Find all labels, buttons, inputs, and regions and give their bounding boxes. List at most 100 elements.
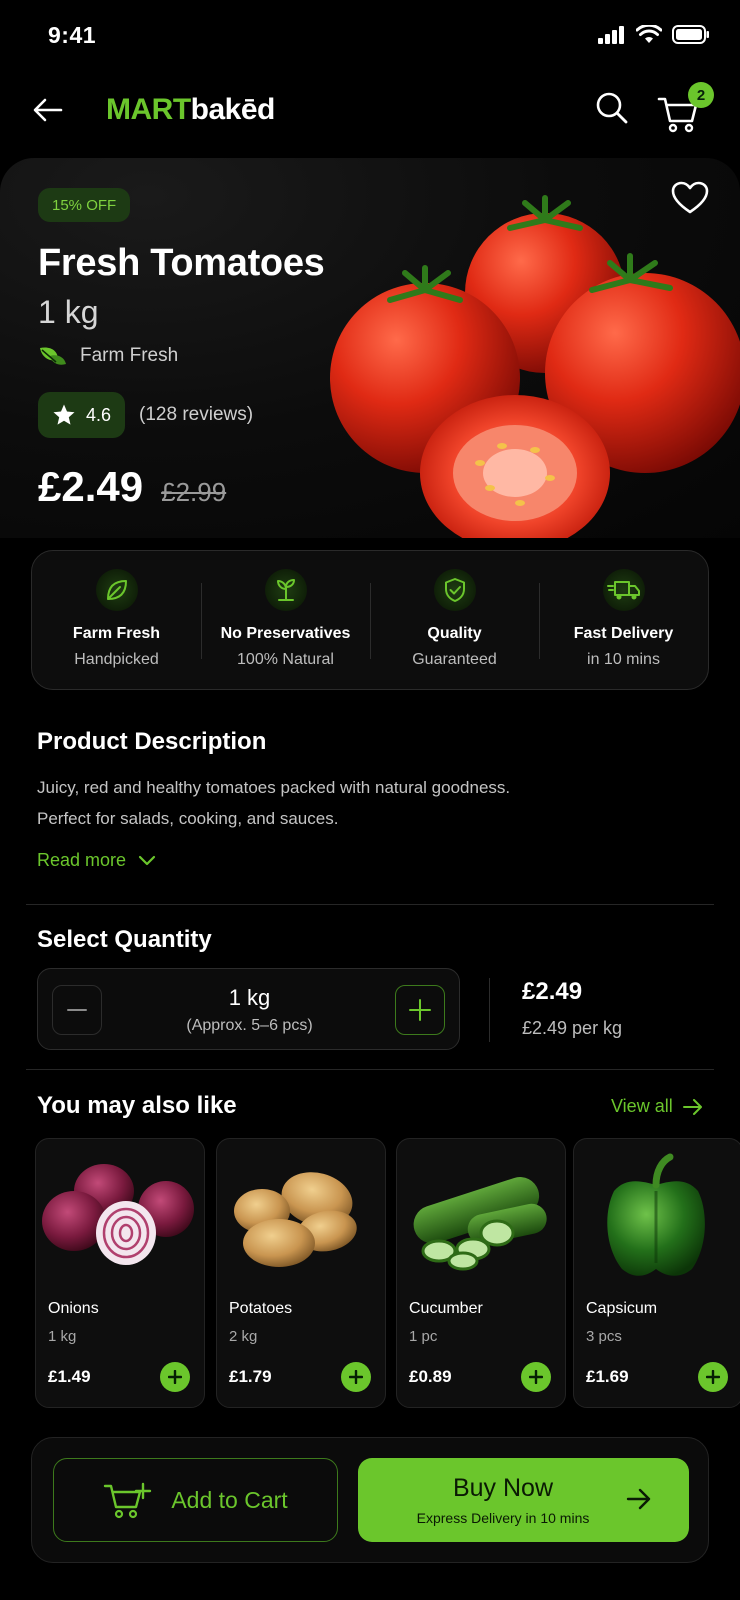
quantity-stepper: 1 kg (Approx. 5–6 pcs) bbox=[37, 968, 460, 1050]
recommendations-title: You may also like bbox=[37, 1092, 237, 1119]
tomato-image bbox=[330, 195, 740, 538]
rating-row: 4.6 (128 reviews) bbox=[38, 392, 253, 438]
product-card-capsicum[interactable]: Capsicum 3 pcs £1.69 bbox=[573, 1138, 740, 1408]
quantity-title: Select Quantity bbox=[37, 926, 212, 953]
product-card-price: £1.69 bbox=[586, 1367, 629, 1386]
read-more-label: Read more bbox=[37, 850, 127, 870]
arrow-right-icon bbox=[626, 1488, 651, 1510]
arrow-left-icon bbox=[33, 98, 63, 122]
farm-fresh-label: Farm Fresh bbox=[80, 345, 179, 366]
decrease-quantity-button[interactable] bbox=[52, 985, 102, 1035]
truck-icon bbox=[602, 569, 645, 611]
section-divider bbox=[26, 904, 714, 905]
description-title: Product Description bbox=[37, 728, 267, 755]
discount-badge: 15% OFF bbox=[38, 188, 131, 222]
feature-quality: Quality Guaranteed bbox=[370, 551, 539, 689]
shield-check-icon bbox=[433, 569, 476, 611]
product-card-potatoes[interactable]: Potatoes 2 kg £1.79 bbox=[216, 1138, 386, 1408]
plus-icon bbox=[409, 999, 431, 1021]
potato-image bbox=[234, 1172, 357, 1267]
unit-price: £2.49 per kg bbox=[522, 1018, 623, 1038]
description-line: Perfect for salads, cooking, and sauces. bbox=[37, 809, 339, 828]
leaf-icon bbox=[95, 569, 138, 611]
search-icon bbox=[596, 92, 628, 124]
buy-now-subtitle: Express Delivery in 10 mins bbox=[416, 1510, 590, 1526]
status-time: 9:41 bbox=[48, 22, 97, 48]
logo-primary: MART bbox=[106, 93, 191, 126]
feature-title: Quality bbox=[427, 625, 482, 642]
rating-value: 4.6 bbox=[86, 404, 112, 425]
add-item-button[interactable] bbox=[521, 1362, 551, 1392]
reviews-count[interactable]: (128 reviews) bbox=[139, 404, 253, 426]
onion-image bbox=[42, 1164, 194, 1265]
feature-title: Farm Fresh bbox=[72, 625, 161, 642]
increase-quantity-button[interactable] bbox=[395, 985, 445, 1035]
feature-subtitle: Guaranteed bbox=[412, 651, 497, 668]
read-more-link[interactable]: Read more bbox=[37, 850, 156, 871]
product-card-name: Onions bbox=[48, 1300, 99, 1317]
plus-icon bbox=[349, 1370, 363, 1384]
sprout-icon bbox=[264, 569, 307, 611]
add-to-cart-button[interactable]: Add to Cart bbox=[53, 1458, 338, 1542]
feature-fast-delivery: Fast Delivery in 10 mins bbox=[539, 551, 708, 689]
buy-now-button[interactable]: Buy Now Express Delivery in 10 mins bbox=[358, 1458, 689, 1542]
description-text: Juicy, red and healthy tomatoes packed w… bbox=[37, 772, 687, 834]
minus-icon bbox=[67, 1009, 87, 1011]
quantity-total-price: £2.49 bbox=[522, 978, 583, 1005]
logo-secondary: bakēd bbox=[190, 93, 276, 126]
app-logo[interactable]: MARTbakēd bbox=[106, 90, 275, 130]
star-icon bbox=[53, 404, 75, 425]
battery-icon bbox=[672, 25, 709, 44]
original-price: £2.99 bbox=[161, 477, 227, 507]
app-header: MARTbakēd 2 bbox=[0, 72, 740, 152]
buy-now-label: Buy Now bbox=[452, 1474, 554, 1502]
feature-subtitle: in 10 mins bbox=[587, 651, 660, 668]
favorite-button[interactable] bbox=[668, 176, 712, 220]
cucumber-image bbox=[413, 1177, 547, 1271]
product-card-name: Cucumber bbox=[409, 1300, 483, 1317]
product-card-qty: 1 pc bbox=[409, 1328, 438, 1345]
search-button[interactable] bbox=[592, 88, 632, 128]
plus-icon bbox=[706, 1370, 720, 1384]
capsicum-image bbox=[607, 1153, 705, 1276]
plus-icon bbox=[168, 1370, 182, 1384]
section-divider bbox=[26, 1069, 714, 1070]
current-price: £2.49 bbox=[38, 463, 144, 510]
product-card-onions[interactable]: Onions 1 kg £1.49 bbox=[35, 1138, 205, 1408]
farm-fresh-tag: Farm Fresh bbox=[38, 344, 178, 368]
feature-subtitle: Handpicked bbox=[74, 651, 159, 668]
bottom-action-bar: Add to Cart Buy Now Express Delivery in … bbox=[31, 1437, 709, 1563]
feature-subtitle: 100% Natural bbox=[237, 651, 334, 668]
add-item-button[interactable] bbox=[698, 1362, 728, 1392]
view-all-link[interactable]: View all bbox=[611, 1096, 703, 1117]
product-card-name: Potatoes bbox=[229, 1300, 293, 1317]
signal-icon bbox=[598, 25, 624, 44]
features-panel: Farm Fresh Handpicked No Preservatives 1… bbox=[31, 550, 709, 690]
cart-button[interactable]: 2 bbox=[657, 82, 714, 134]
status-icons bbox=[598, 25, 710, 44]
product-card-qty: 1 kg bbox=[48, 1328, 77, 1345]
feature-farm-fresh: Farm Fresh Handpicked bbox=[32, 551, 201, 689]
cart-plus-icon bbox=[104, 1482, 152, 1519]
add-item-button[interactable] bbox=[160, 1362, 190, 1392]
add-to-cart-label: Add to Cart bbox=[171, 1486, 288, 1513]
feature-title: No Preservatives bbox=[220, 625, 351, 642]
rating-badge: 4.6 bbox=[38, 392, 126, 438]
product-title: Fresh Tomatoes bbox=[38, 242, 325, 284]
product-card-qty: 2 kg bbox=[229, 1328, 258, 1345]
feature-no-preservatives: No Preservatives 100% Natural bbox=[201, 551, 370, 689]
product-card-cucumber[interactable]: Cucumber 1 pc £0.89 bbox=[396, 1138, 566, 1408]
back-button[interactable] bbox=[28, 90, 68, 130]
leaf-icon bbox=[40, 347, 66, 365]
quantity-separator bbox=[489, 978, 490, 1042]
plus-icon bbox=[529, 1370, 543, 1384]
product-hero: 15% OFF Fresh Tomatoes 1 kg Farm Fresh 4… bbox=[0, 158, 740, 538]
wifi-icon bbox=[636, 25, 662, 43]
add-item-button[interactable] bbox=[341, 1362, 371, 1392]
description-line: Juicy, red and healthy tomatoes packed w… bbox=[37, 778, 511, 797]
product-card-qty: 3 pcs bbox=[586, 1328, 622, 1345]
product-card-name: Capsicum bbox=[586, 1300, 658, 1317]
price-row: £2.49 £2.99 bbox=[38, 463, 226, 511]
status-bar: 9:41 bbox=[0, 0, 740, 72]
product-card-price: £1.49 bbox=[48, 1367, 91, 1386]
